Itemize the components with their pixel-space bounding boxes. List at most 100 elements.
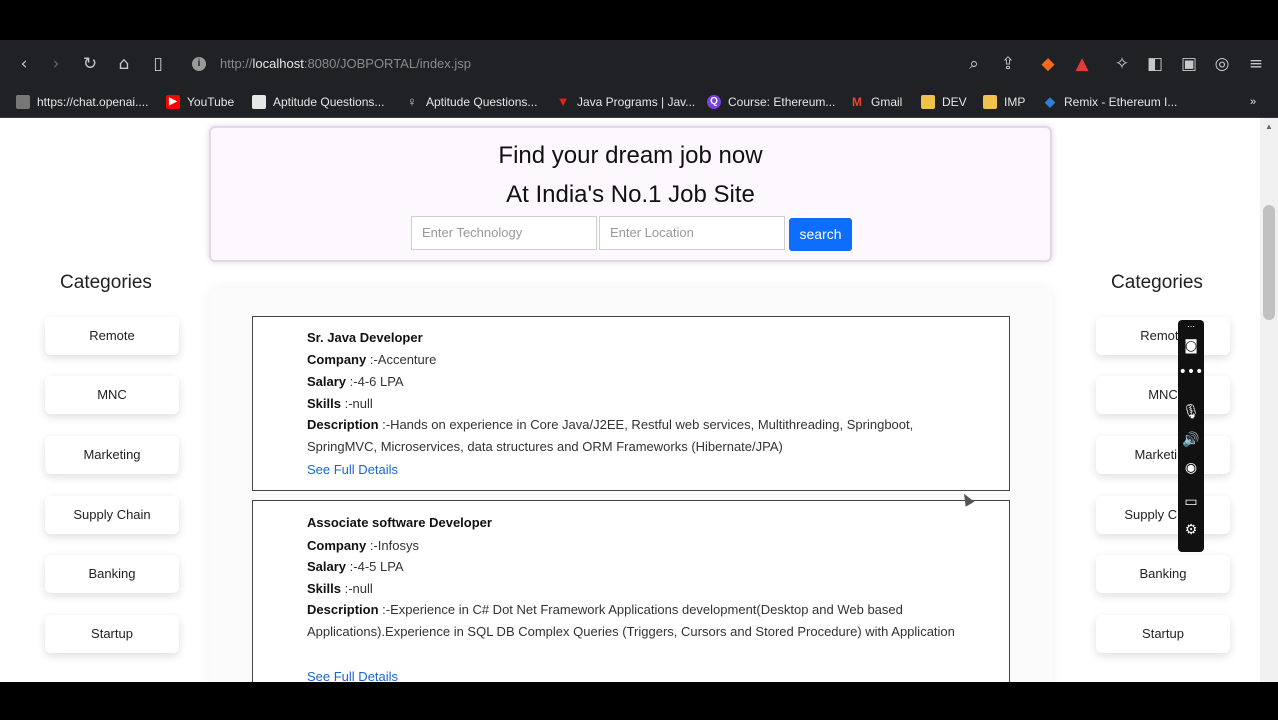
reload-icon[interactable]: ↻ (78, 52, 102, 76)
speaker-icon[interactable]: 🔊 (1178, 432, 1204, 448)
category-startup[interactable]: Startup (45, 615, 179, 653)
remix-icon: ◆ (1045, 94, 1055, 109)
bookmark-label: YouTube (187, 95, 235, 109)
address-bar[interactable]: http://localhost:8080/JOBPORTAL/index.js… (220, 52, 471, 76)
bookmark-course-ethereum[interactable]: Q Course: Ethereum... (707, 92, 835, 112)
see-full-details-link[interactable]: See Full Details (307, 462, 398, 477)
company-value: :-Infosys (366, 538, 419, 553)
category-banking[interactable]: Banking (1096, 555, 1230, 593)
url-prefix: http:// (220, 56, 253, 71)
location-input[interactable]: Enter Location (599, 216, 785, 250)
bookmark-label: IMP (1004, 95, 1026, 109)
wallet-icon[interactable]: ▣ (1177, 52, 1201, 76)
bookmark-label: Remix - Ethereum I... (1064, 95, 1178, 109)
extensions-icon[interactable]: ✧ (1110, 52, 1134, 76)
microphone-icon[interactable]: 🎙 (1178, 404, 1204, 420)
scrollbar-thumb[interactable] (1263, 205, 1275, 320)
url-path: :8080/JOBPORTAL/index.jsp (303, 56, 472, 71)
description-value: :-Hands on experience in Core Java/J2EE,… (307, 417, 914, 454)
category-startup[interactable]: Startup (1096, 615, 1230, 653)
bookmark-imp[interactable]: IMP (983, 92, 1025, 112)
search-button[interactable]: search (789, 218, 852, 251)
bookmark-label: Aptitude Questions... (426, 95, 538, 109)
bookmark-youtube[interactable]: ▶ YouTube (166, 92, 234, 112)
bookmark-dev[interactable]: DEV (921, 92, 967, 112)
page-scrollbar[interactable] (1260, 118, 1278, 682)
bookmark-chat-openai[interactable]: https://chat.openai.... (16, 92, 148, 112)
bookmarks-overflow-icon[interactable]: » (1250, 92, 1256, 112)
job-title: Associate software Developer (307, 515, 492, 530)
java-icon: ▼ (556, 94, 570, 109)
menu-icon[interactable]: ≡ (1244, 52, 1268, 76)
skills-label: Skills (307, 581, 341, 596)
category-mnc[interactable]: MNC (1096, 376, 1230, 414)
camera-icon[interactable]: ◙ (1178, 338, 1204, 354)
bookmark-label: DEV (942, 95, 967, 109)
brave-shield-icon[interactable]: ◆ (1036, 52, 1060, 76)
sidebar-icon[interactable]: ◧ (1143, 52, 1167, 76)
bookmark-remix[interactable]: ◆ Remix - Ethereum I... (1043, 92, 1177, 112)
rewards-icon[interactable]: ▲ (1070, 52, 1094, 76)
more-icon[interactable]: ••• (1178, 364, 1204, 380)
page-content: Find your dream job now At India's No.1 … (0, 118, 1260, 682)
settings-gear-icon[interactable]: ⚙ (1178, 522, 1204, 538)
bookmark-label: https://chat.openai.... (37, 95, 149, 109)
recorder-toolbar: ⋯ ◙ ••• 🎙 🔊 ◉ ▭ ⚙ (1178, 320, 1204, 552)
bookmark-icon[interactable]: ▯ (146, 52, 170, 76)
salary-label: Salary (307, 374, 347, 389)
technology-input[interactable]: Enter Technology (411, 216, 597, 250)
folder-icon (921, 95, 935, 109)
youtube-icon: ▶ (166, 95, 180, 109)
description-label: Description (307, 602, 379, 617)
bookmark-gmail[interactable]: M Gmail (850, 92, 902, 112)
page-icon (16, 95, 30, 109)
back-icon[interactable]: ‹ (12, 52, 36, 76)
webcam-icon[interactable]: ◉ (1178, 460, 1204, 476)
bookmark-label: Aptitude Questions... (273, 95, 385, 109)
zoom-icon[interactable]: ⌕ (962, 52, 986, 76)
right-categories-title: Categories (1111, 272, 1203, 293)
job-card: Sr. Java Developer Company :-Accenture S… (252, 316, 1010, 491)
bookmarks-bar: https://chat.openai.... ▶ YouTube Aptitud… (0, 88, 1278, 118)
bookmark-java-programs[interactable]: ▼ Java Programs | Jav... (556, 92, 696, 112)
job-card: Associate software Developer Company :-I… (252, 500, 1010, 682)
company-value: :-Accenture (366, 352, 437, 367)
screen-icon[interactable]: ▭ (1178, 494, 1204, 510)
folder-icon (983, 95, 997, 109)
salary-label: Salary (307, 559, 347, 574)
bulb-icon: ♀ (407, 94, 417, 109)
salary-value: :-4-6 LPA (346, 374, 404, 389)
profile-icon[interactable]: ◎ (1210, 52, 1234, 76)
home-icon[interactable]: ⌂ (112, 52, 136, 76)
description-label: Description (307, 417, 379, 432)
category-remote[interactable]: Remote (45, 317, 179, 355)
see-full-details-link[interactable]: See Full Details (307, 669, 398, 682)
skills-label: Skills (307, 396, 341, 411)
bookmark-aptitude-1[interactable]: Aptitude Questions... (252, 92, 384, 112)
category-remote[interactable]: Remote (1096, 317, 1230, 355)
category-mnc[interactable]: MNC (45, 376, 179, 414)
job-title: Sr. Java Developer (307, 330, 423, 345)
page-icon (252, 95, 266, 109)
hero-subtitle: At India's No.1 Job Site (506, 181, 755, 208)
site-info-icon[interactable]: i (192, 57, 206, 71)
forward-icon[interactable]: › (44, 52, 68, 76)
category-supply-chain[interactable]: Supply Chain (1096, 496, 1230, 534)
category-banking[interactable]: Banking (45, 555, 179, 593)
bookmark-aptitude-2[interactable]: ♀ Aptitude Questions... (405, 92, 537, 112)
company-label: Company (307, 352, 367, 367)
category-marketing[interactable]: Marketing (45, 436, 179, 474)
category-supply-chain[interactable]: Supply Chain (45, 496, 179, 534)
drag-handle-icon[interactable]: ⋯ (1178, 322, 1204, 331)
url-host: localhost (252, 56, 304, 71)
category-marketing[interactable]: Marketing (1096, 436, 1230, 474)
bookmark-label: Gmail (871, 95, 903, 109)
skills-value: :-null (340, 581, 373, 596)
gmail-icon: M (852, 95, 862, 109)
company-label: Company (307, 538, 367, 553)
scroll-up-icon[interactable]: ▲ (1264, 122, 1274, 132)
hero-title: Find your dream job now (498, 142, 763, 169)
share-icon[interactable]: ⇪ (996, 52, 1020, 76)
course-icon: Q (707, 95, 721, 109)
top-letterbox (0, 0, 1278, 40)
